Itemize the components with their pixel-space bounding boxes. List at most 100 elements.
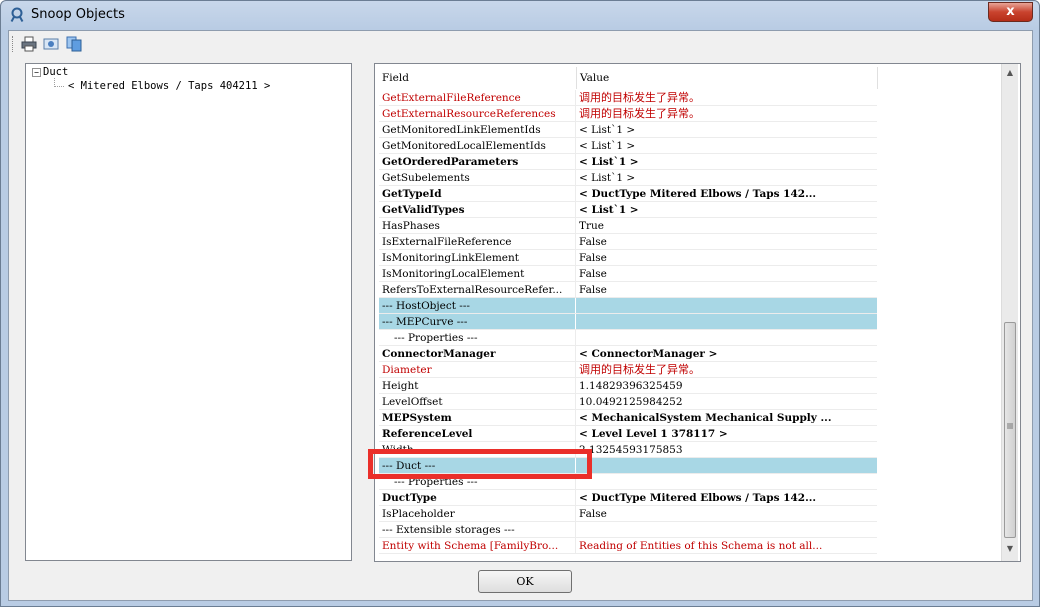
field-cell: GetSubelements xyxy=(379,170,576,185)
column-header-value[interactable]: Value xyxy=(577,67,878,89)
value-cell: < ConnectorManager > xyxy=(579,348,718,360)
field-cell: ReferenceLevel xyxy=(379,426,576,441)
field-cell: IsExternalFileReference xyxy=(379,234,576,249)
column-header-field[interactable]: Field xyxy=(379,67,577,89)
title-bar[interactable]: Snoop Objects x xyxy=(1,1,1039,29)
snapshot-icon[interactable] xyxy=(43,36,59,52)
scroll-down-icon[interactable]: ▼ xyxy=(1004,544,1016,558)
grid-row[interactable]: --- Extensible storages --- xyxy=(379,522,877,538)
field-cell: MEPSystem xyxy=(379,410,576,425)
grid-row[interactable]: IsMonitoringLocalElement False xyxy=(379,266,877,282)
grid-row[interactable]: Diameter 调用的目标发生了异常。 xyxy=(379,362,877,378)
toolbar-grip[interactable] xyxy=(12,36,15,52)
grid-row[interactable]: --- MEPCurve --- xyxy=(379,314,877,330)
value-cell: < List`1 > xyxy=(579,124,636,136)
object-tree[interactable]: − Duct < Mitered Elbows / Taps 404211 > xyxy=(25,63,352,561)
field-cell: IsPlaceholder xyxy=(379,506,576,521)
value-cell: 2.13254593175853 xyxy=(579,444,683,456)
grid-row[interactable]: GetExternalResourceReferences 调用的目标发生了异常。 xyxy=(379,106,877,122)
grid-row[interactable]: GetExternalFileReference 调用的目标发生了异常。 xyxy=(379,90,877,106)
field-cell: GetValidTypes xyxy=(379,202,576,217)
value-cell: Reading of Entities of this Schema is no… xyxy=(579,540,823,552)
value-cell: False xyxy=(579,284,607,296)
field-cell: GetMonitoredLocalElementIds xyxy=(379,138,576,153)
grid-row[interactable]: GetTypeId < DuctType Mitered Elbows / Tap… xyxy=(379,186,877,202)
snoop-objects-window: Snoop Objects x − Duct < Mitered Elbows … xyxy=(0,0,1040,607)
thumb-grip-icon xyxy=(1007,423,1013,429)
copy-icon[interactable] xyxy=(66,36,82,52)
value-cell: < MechanicalSystem Mechanical Supply ... xyxy=(579,412,832,424)
value-cell xyxy=(576,314,876,329)
value-cell: False xyxy=(579,252,607,264)
value-cell: < DuctType Mitered Elbows / Taps 142... xyxy=(579,492,817,504)
grid-row[interactable]: GetOrderedParameters < List`1 > xyxy=(379,154,877,170)
tree-connector xyxy=(54,86,64,87)
value-cell: True xyxy=(579,220,604,232)
field-cell: IsMonitoringLinkElement xyxy=(379,250,576,265)
value-cell xyxy=(576,474,876,489)
scrollbar-thumb[interactable] xyxy=(1004,322,1016,538)
value-cell: 调用的目标发生了异常。 xyxy=(579,363,700,376)
tree-node-label: Duct xyxy=(43,66,69,78)
grid-row[interactable]: GetMonitoredLocalElementIds < List`1 > xyxy=(379,138,877,154)
grid-row[interactable]: --- Properties --- xyxy=(379,330,877,346)
value-cell xyxy=(576,298,876,313)
grid-row[interactable]: GetValidTypes < List`1 > xyxy=(379,202,877,218)
value-cell: False xyxy=(579,508,607,520)
field-cell: Height xyxy=(379,378,576,393)
grid-row[interactable]: Height 1.14829396325459 xyxy=(379,378,877,394)
field-cell: --- Properties --- xyxy=(379,330,576,345)
field-cell: Entity with Schema [FamilyBro... xyxy=(379,538,576,553)
snoop-app-icon xyxy=(10,7,24,22)
grid-row[interactable]: IsPlaceholder False xyxy=(379,506,877,522)
close-button[interactable]: x xyxy=(988,2,1033,22)
column-header-filler xyxy=(878,67,1006,89)
collapse-icon[interactable]: − xyxy=(32,67,41,77)
value-cell: < DuctType Mitered Elbows / Taps 142... xyxy=(579,188,817,200)
value-cell xyxy=(576,458,876,473)
window-title: Snoop Objects xyxy=(31,7,125,22)
value-cell: < List`1 > xyxy=(579,172,636,184)
grid-rows: GetExternalFileReference 调用的目标发生了异常。 GetEx… xyxy=(379,90,877,554)
value-cell: 调用的目标发生了异常。 xyxy=(579,91,700,104)
grid-row[interactable]: RefersToExternalResourceRefer... False xyxy=(379,282,877,298)
value-cell: < List`1 > xyxy=(579,204,639,216)
field-cell: ConnectorManager xyxy=(379,346,576,361)
grid-row[interactable]: ReferenceLevel < Level Level 1 378117 > xyxy=(379,426,877,442)
value-cell xyxy=(576,330,876,345)
grid-row[interactable]: ConnectorManager < ConnectorManager > xyxy=(379,346,877,362)
value-cell xyxy=(576,522,876,537)
close-icon: x xyxy=(1006,4,1015,19)
value-cell: < List`1 > xyxy=(579,156,639,168)
grid-row[interactable]: GetSubelements < List`1 > xyxy=(379,170,877,186)
value-cell: 1.14829396325459 xyxy=(579,380,683,392)
grid-row[interactable]: GetMonitoredLinkElementIds < List`1 > xyxy=(379,122,877,138)
properties-grid[interactable]: Field Value GetExternalFileReference 调用的目… xyxy=(374,63,1021,562)
scroll-up-icon[interactable]: ▲ xyxy=(1004,68,1016,82)
grid-row[interactable]: DuctType < DuctType Mitered Elbows / Taps… xyxy=(379,490,877,506)
value-cell: 10.0492125984252 xyxy=(579,396,683,408)
grid-row[interactable]: MEPSystem < MechanicalSystem Mechanical S… xyxy=(379,410,877,426)
grid-row[interactable]: LevelOffset 10.0492125984252 xyxy=(379,394,877,410)
vertical-scrollbar[interactable]: ▲ ▼ xyxy=(1001,64,1018,561)
field-cell: --- MEPCurve --- xyxy=(379,314,576,329)
field-cell: IsMonitoringLocalElement xyxy=(379,266,576,281)
tree-node-duct[interactable]: − Duct xyxy=(32,66,68,80)
tree-node-mitered-elbows[interactable]: < Mitered Elbows / Taps 404211 > xyxy=(68,80,270,92)
grid-row[interactable]: --- HostObject --- xyxy=(379,298,877,314)
grid-row[interactable]: IsExternalFileReference False xyxy=(379,234,877,250)
field-cell: GetExternalFileReference xyxy=(379,90,576,105)
grid-row[interactable]: Entity with Schema [FamilyBro... Reading … xyxy=(379,538,877,554)
print-icon[interactable] xyxy=(21,36,37,52)
field-cell: HasPhases xyxy=(379,218,576,233)
ok-button[interactable]: OK xyxy=(478,570,572,593)
grid-row[interactable]: IsMonitoringLinkElement False xyxy=(379,250,877,266)
value-cell: False xyxy=(579,268,607,280)
field-cell: DuctType xyxy=(379,490,576,505)
field-cell: RefersToExternalResourceRefer... xyxy=(379,282,576,297)
duct-section-highlight xyxy=(368,449,592,479)
field-cell: --- Extensible storages --- xyxy=(379,522,576,537)
value-cell: < Level Level 1 378117 > xyxy=(579,428,728,440)
grid-row[interactable]: HasPhases True xyxy=(379,218,877,234)
field-cell: GetExternalResourceReferences xyxy=(379,106,576,121)
